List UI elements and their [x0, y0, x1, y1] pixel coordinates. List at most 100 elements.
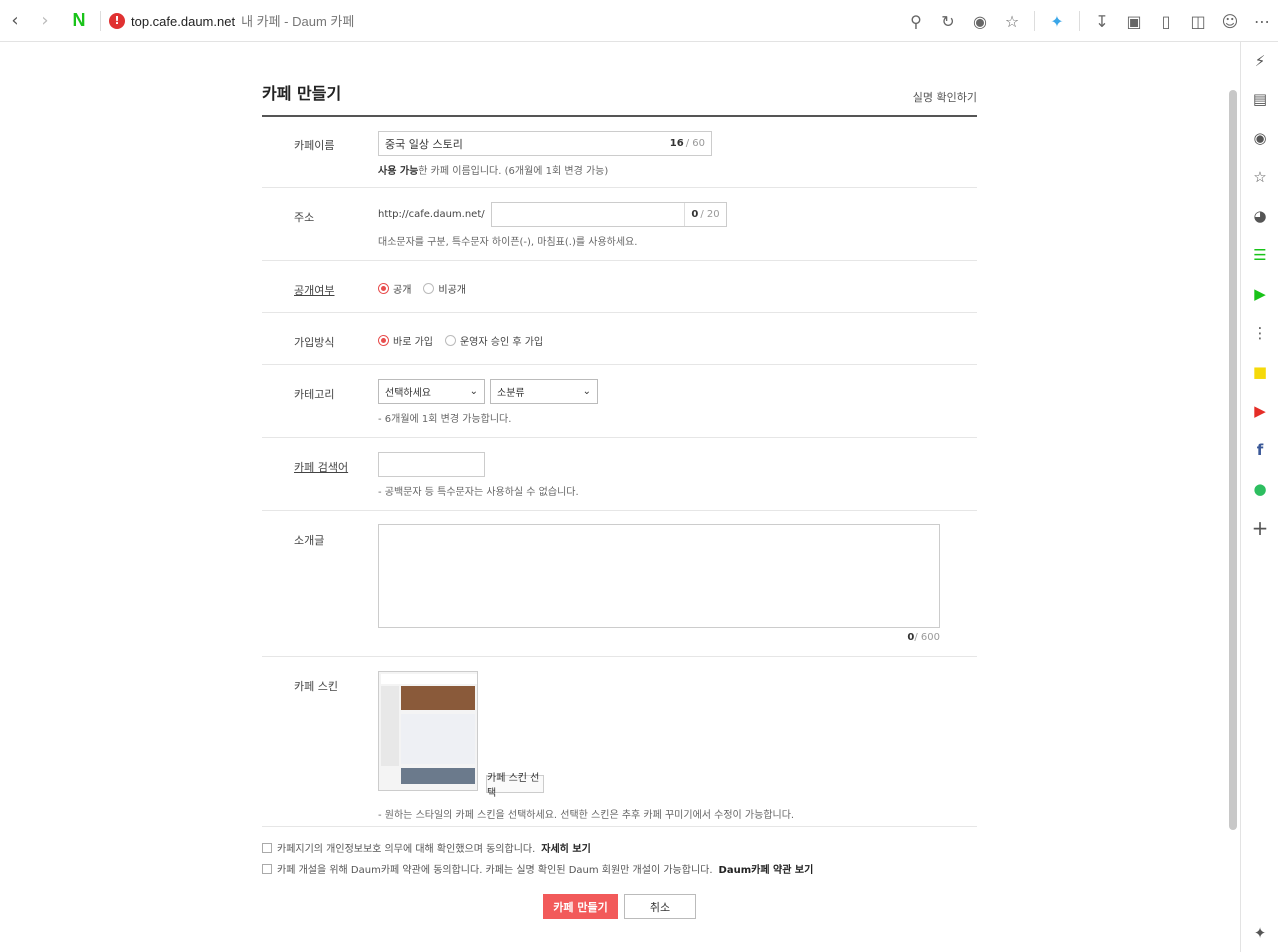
- name-help: 사용 가능한 카페 이름입니다. (6개월에 1회 변경 가능): [378, 162, 712, 177]
- toolbar-divider: [100, 10, 101, 31]
- name-row: 카페이름 중국 일상 스토리 16/ 60 사용 가능한 카페 이름입니다. (…: [262, 117, 977, 188]
- youtube-icon[interactable]: ▶: [1241, 391, 1278, 430]
- keyword-row: 카페 검색어 - 공백문자 등 특수문자는 사용하실 수 없습니다.: [262, 438, 977, 511]
- toolbar-right: ⚲ ↻ ◉ ☆ ✦ ↧ ▣ ▯ ◫ ☺ ⋯: [900, 0, 1278, 42]
- toolbar-divider: [1079, 11, 1080, 31]
- whale-icon[interactable]: ◉: [964, 0, 996, 42]
- zoom-icon[interactable]: ⚲: [900, 0, 932, 42]
- address-bar[interactable]: top.cafe.daum.net 내 카페 - Daum 카페: [131, 11, 354, 30]
- join-row: 가입방식 바로 가입 운영자 승인 후 가입: [262, 313, 977, 365]
- intro-max: / 600: [914, 632, 940, 643]
- name-label: 카페이름: [294, 139, 335, 152]
- address-input[interactable]: 0/ 20: [490, 202, 727, 227]
- dots-app-icon[interactable]: ⋮: [1241, 313, 1278, 352]
- address-field: http://cafe.daum.net/ 0/ 20 대소문자를 구분, 특수…: [378, 202, 727, 248]
- approval-join-label: 운영자 승인 후 가입: [459, 337, 544, 348]
- back-icon[interactable]: ‹: [0, 0, 30, 42]
- approval-join-radio[interactable]: [444, 335, 456, 346]
- keyword-input[interactable]: [378, 452, 485, 477]
- private-radio[interactable]: [423, 283, 435, 294]
- skin-thumbnails: [401, 768, 475, 784]
- more-icon[interactable]: ⋯: [1246, 0, 1278, 42]
- whale-ai-icon[interactable]: ✦: [1041, 0, 1073, 42]
- naver-logo-icon[interactable]: N: [66, 0, 92, 42]
- facebook-icon[interactable]: f: [1241, 430, 1278, 469]
- skin-select-button[interactable]: 카페 스킨 선택: [486, 773, 544, 799]
- privacy-agreement: 카페지기의 개인정보보호 의무에 대해 확인했으며 동의합니다. 자세히 보기: [262, 840, 591, 855]
- guide-link[interactable]: 실명 확인하기: [913, 89, 977, 105]
- cafe-name-value: 중국 일상 스토리: [385, 137, 463, 151]
- terms-link[interactable]: Daum카페 약관 보기: [719, 861, 814, 876]
- intro-textarea[interactable]: [378, 524, 940, 628]
- address-count: 0: [691, 209, 699, 220]
- capture-icon[interactable]: ▣: [1118, 0, 1150, 42]
- keyword-label[interactable]: 카페 검색어: [294, 459, 348, 475]
- instant-join-radio[interactable]: [378, 335, 389, 346]
- visibility-row: 공개여부 공개 비공개: [262, 261, 977, 313]
- skin-row: 카페 스킨 카페 스킨 선택 - 원하는 스타일의 카페 스킨을 선택하세요. …: [262, 657, 977, 827]
- profile-icon[interactable]: ☺: [1214, 0, 1246, 42]
- category-main-select[interactable]: 선택하세요 ⌄: [378, 379, 485, 404]
- speed-dial-icon[interactable]: ⚡: [1241, 42, 1278, 79]
- chevron-down-icon: ⌄: [469, 386, 478, 397]
- privacy-detail-link[interactable]: 자세히 보기: [541, 840, 590, 855]
- translate-icon[interactable]: ◕: [1241, 196, 1278, 235]
- category-label: 카테고리: [294, 388, 335, 401]
- kakao-icon[interactable]: ■: [1241, 352, 1278, 391]
- skin-preview-image[interactable]: [378, 671, 478, 791]
- public-label: 공개: [393, 285, 412, 296]
- instant-join-label: 바로 가입: [393, 337, 433, 348]
- list-icon[interactable]: ☰: [1241, 235, 1278, 274]
- privacy-text: 카페지기의 개인정보보호 의무에 대해 확인했으며 동의합니다.: [277, 844, 536, 855]
- category-sub-value: 소분류: [497, 388, 525, 399]
- private-label: 비공개: [438, 285, 467, 296]
- page-scrollbar[interactable]: [1229, 90, 1237, 830]
- visibility-label[interactable]: 공개여부: [294, 282, 334, 298]
- add-app-icon[interactable]: +: [1241, 508, 1278, 547]
- reload-icon[interactable]: ↻: [932, 0, 964, 42]
- name-field: 중국 일상 스토리 16/ 60 사용 가능한 카페 이름입니다. (6개월에 …: [378, 131, 712, 177]
- category-sub-select[interactable]: 소분류 ⌄: [490, 379, 598, 404]
- public-radio[interactable]: [378, 283, 389, 294]
- terms-agreement: 카페 개설을 위해 Daum카페 약관에 동의합니다. 카페는 실명 확인된 D…: [262, 861, 813, 876]
- terms-checkbox[interactable]: [262, 863, 272, 874]
- join-label: 가입방식: [294, 336, 335, 349]
- name-count: 16: [669, 138, 684, 149]
- address-label: 주소: [294, 211, 315, 224]
- bookmark-star-icon[interactable]: ☆: [996, 0, 1028, 42]
- bookmark-icon[interactable]: ☆: [1241, 157, 1278, 196]
- name-help-bold: 사용 가능: [378, 166, 419, 177]
- privacy-checkbox[interactable]: [262, 842, 272, 853]
- name-max: / 60: [685, 138, 705, 149]
- sidebar-toggle-icon[interactable]: ◫: [1182, 0, 1214, 42]
- category-help: - 6개월에 1회 변경 가능합니다.: [378, 414, 512, 425]
- evernote-icon[interactable]: ●: [1241, 469, 1278, 508]
- insecure-warning-icon[interactable]: !: [109, 12, 125, 29]
- browser-toolbar: ‹ › N ! top.cafe.daum.net 내 카페 - Daum 카페 …: [0, 0, 1278, 42]
- forward-icon[interactable]: ›: [30, 0, 60, 42]
- address-counter: 0/ 20: [684, 203, 725, 226]
- category-row: 카테고리 선택하세요 ⌄ 소분류 ⌄ - 6개월에 1회 변경 가능합니다.: [262, 365, 977, 438]
- skin-menu: [381, 686, 399, 766]
- page-title: 카페 만들기: [262, 84, 342, 103]
- address-input-group: http://cafe.daum.net/ 0/ 20: [378, 202, 727, 227]
- create-cafe-button[interactable]: 카페 만들기: [543, 894, 618, 919]
- address-max: / 20: [700, 209, 720, 220]
- cafe-name-input[interactable]: 중국 일상 스토리 16/ 60: [378, 131, 712, 156]
- terms-text: 카페 개설을 위해 Daum카페 약관에 동의합니다. 카페는 실명 확인된 D…: [277, 865, 713, 876]
- pin-icon[interactable]: ✦: [1241, 913, 1278, 952]
- download-icon[interactable]: ↧: [1086, 0, 1118, 42]
- storage-icon[interactable]: ▤: [1241, 79, 1278, 118]
- address-prefix: http://cafe.daum.net/: [378, 209, 485, 220]
- tab-title: 내 카페 - Daum 카페: [241, 14, 355, 29]
- skin-banner: [401, 686, 475, 710]
- visibility-options: 공개 비공개: [378, 281, 466, 296]
- play-icon[interactable]: ▶: [1241, 274, 1278, 313]
- reader-icon[interactable]: ▯: [1150, 0, 1182, 42]
- whale-space-icon[interactable]: ◉: [1241, 118, 1278, 157]
- skin-list: [401, 714, 475, 764]
- skin-header: [381, 674, 477, 684]
- category-selects: 선택하세요 ⌄ 소분류 ⌄: [378, 379, 603, 404]
- name-help-text: 한 카페 이름입니다. (6개월에 1회 변경 가능): [418, 166, 609, 177]
- cancel-button[interactable]: 취소: [624, 894, 696, 919]
